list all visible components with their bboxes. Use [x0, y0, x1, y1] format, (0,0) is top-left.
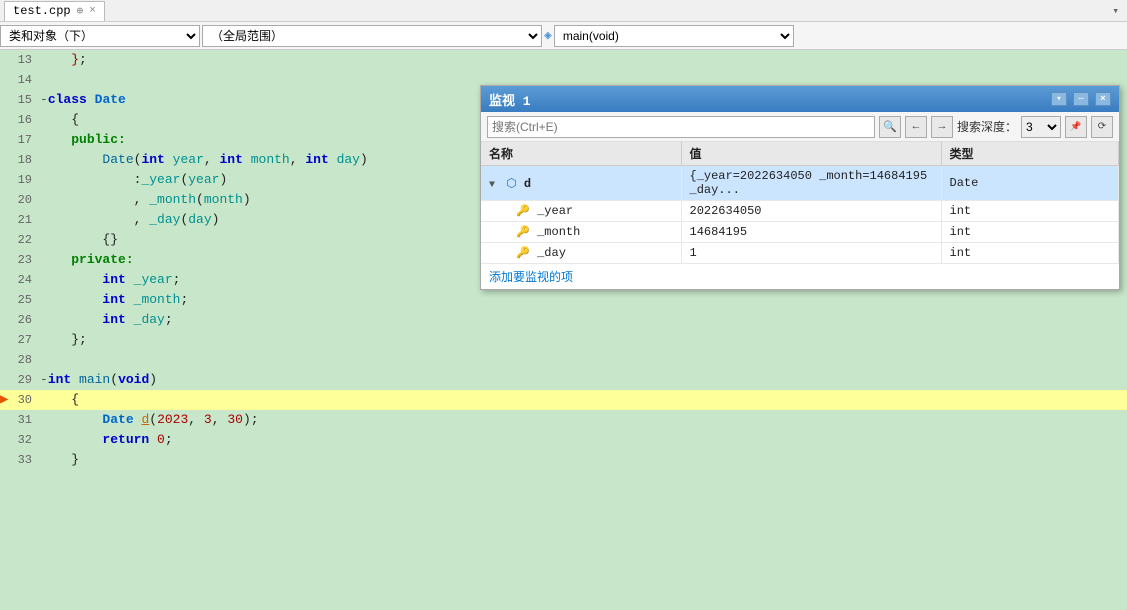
watch-pin2-button[interactable]: 📌	[1065, 116, 1087, 138]
toolbar: 类和对象（下） （全局范围） ◈ main(void)	[0, 22, 1127, 50]
scope-select[interactable]: （全局范围）	[202, 25, 542, 47]
tab-close-icon[interactable]: ×	[89, 5, 96, 17]
watch-cell-value-year: 2022634050	[681, 201, 941, 222]
watch-back-button[interactable]: ←	[905, 116, 927, 138]
code-line-26: 26 int _day;	[0, 310, 1127, 330]
watch-minimize-button[interactable]: ─	[1073, 92, 1089, 106]
watch-cell-value-day: 1	[681, 243, 941, 264]
code-line-31: 31 Date d(2023, 3, 30);	[0, 410, 1127, 430]
watch-close-button[interactable]: ×	[1095, 92, 1111, 106]
watch-name-year: _year	[537, 204, 573, 218]
col-type: 类型	[941, 142, 1119, 166]
editor-container: 13 }; 14 15 -class Date 16 { 17	[0, 50, 1127, 610]
watch-row-year[interactable]: 🔑 _year 2022634050 int	[481, 201, 1119, 222]
field-icon-year: 🔑	[516, 206, 530, 218]
watch-search-icon[interactable]: 🔍	[879, 116, 901, 138]
watch-cell-type-d: Date	[941, 166, 1119, 201]
watch-depth-select[interactable]: 3	[1021, 116, 1061, 138]
watch-name-month: _month	[537, 225, 580, 239]
watch-cell-name-year: 🔑 _year	[481, 201, 681, 222]
watch-title: 监视 1	[489, 90, 531, 109]
col-value: 值	[681, 142, 941, 166]
class-select[interactable]: 类和对象（下）	[0, 25, 200, 47]
code-line-29: 29 -int main(void)	[0, 370, 1127, 390]
expand-icon-d[interactable]: ▼	[489, 180, 495, 191]
col-name: 名称	[481, 142, 681, 166]
watch-cell-value-d: {_year=2022634050 _month=14684195 _day..…	[681, 166, 941, 201]
watch-row-d[interactable]: ▼ ⬡ d {_year=2022634050 _month=14684195 …	[481, 166, 1119, 201]
code-line-30: ▶ 30 {	[0, 390, 1127, 410]
field-icon-day: 🔑	[516, 248, 530, 260]
watch-cell-name-day: 🔑 _day	[481, 243, 681, 264]
watch-cell-type-day: int	[941, 243, 1119, 264]
watch-panel: 监视 1 ▾ ─ × 🔍 ← → 搜索深度： 3 📌 ⟳ 名称 值	[480, 85, 1120, 290]
code-line-28: 28	[0, 350, 1127, 370]
watch-depth-label: 搜索深度：	[957, 118, 1017, 135]
scroll-indicator: ▾	[1112, 4, 1123, 18]
title-bar: test.cpp ⊕ × ▾	[0, 0, 1127, 22]
code-line-25: 25 int _month;	[0, 290, 1127, 310]
watch-name-d: d	[524, 177, 531, 191]
code-line-32: 32 return 0;	[0, 430, 1127, 450]
watch-toolbar: 🔍 ← → 搜索深度： 3 📌 ⟳	[481, 112, 1119, 142]
code-line-13: 13 };	[0, 50, 1127, 70]
watch-title-bar: 监视 1 ▾ ─ ×	[481, 86, 1119, 112]
watch-table: 名称 值 类型 ▼ ⬡ d {_year=2022634050 _month=1…	[481, 142, 1119, 264]
watch-refresh-button[interactable]: ⟳	[1091, 116, 1113, 138]
watch-row-month[interactable]: 🔑 _month 14684195 int	[481, 222, 1119, 243]
object-icon-d: ⬡	[506, 177, 516, 191]
watch-cell-name-d: ▼ ⬡ d	[481, 166, 681, 201]
add-watch-item[interactable]: 添加要监视的项	[481, 264, 1119, 289]
code-line-27: 27 };	[0, 330, 1127, 350]
watch-table-header: 名称 值 类型	[481, 142, 1119, 166]
field-icon-month: 🔑	[516, 227, 530, 239]
watch-name-day: _day	[537, 246, 566, 260]
watch-forward-button[interactable]: →	[931, 116, 953, 138]
watch-row-day[interactable]: 🔑 _day 1 int	[481, 243, 1119, 264]
exec-arrow-icon: ▶	[0, 390, 8, 410]
watch-cell-value-month: 14684195	[681, 222, 941, 243]
function-icon: ◈	[544, 28, 552, 43]
file-tab[interactable]: test.cpp ⊕ ×	[4, 1, 105, 21]
watch-search-input[interactable]	[487, 116, 875, 138]
watch-cell-name-month: 🔑 _month	[481, 222, 681, 243]
function-select[interactable]: main(void)	[554, 25, 794, 47]
watch-cell-type-year: int	[941, 201, 1119, 222]
tab-label: test.cpp	[13, 4, 71, 18]
code-line-33: 33 }	[0, 450, 1127, 470]
watch-pin-button[interactable]: ▾	[1051, 92, 1067, 106]
watch-cell-type-month: int	[941, 222, 1119, 243]
tab-pin-icon[interactable]: ⊕	[77, 4, 84, 18]
